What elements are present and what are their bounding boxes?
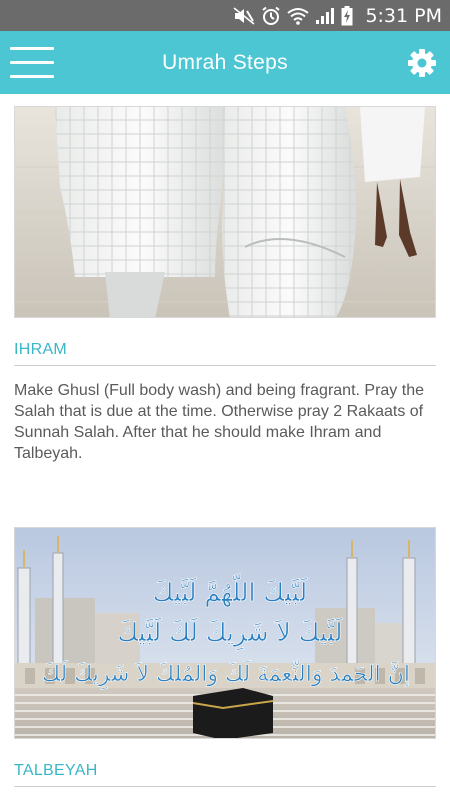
divider — [14, 365, 436, 366]
status-bar: 5:31 PM — [0, 0, 450, 31]
talbeyah-line-2: لَبَّيكَ لاَ شَرِيكَ لَكَ لَبَّيكَ — [117, 617, 342, 651]
step-description: Make Ghusl (Full body wash) and being fr… — [14, 382, 424, 462]
talbeyah-image[interactable]: لَبَّيكَ اللّهُمَّ لَبَّيكَ لَبَّيكَ لاَ… — [14, 527, 436, 739]
status-icons: 5:31 PM — [233, 0, 442, 31]
pilgrims-in-ihram-photo — [15, 107, 435, 317]
alarm-icon — [262, 6, 281, 25]
status-time: 5:31 PM — [365, 4, 442, 27]
steps-list[interactable]: IHRAM Make Ghusl (Full body wash) and be… — [0, 94, 450, 800]
hamburger-menu-icon — [10, 47, 54, 50]
signal-icon — [316, 7, 335, 24]
menu-button[interactable] — [10, 45, 54, 81]
gear-icon — [408, 49, 436, 77]
hamburger-menu-icon — [10, 75, 54, 78]
talbeyah-kaaba-photo: لَبَّيكَ اللّهُمَّ لَبَّيكَ لَبَّيكَ لاَ… — [15, 528, 435, 738]
app-title: Umrah Steps — [162, 51, 288, 74]
hamburger-menu-icon — [10, 61, 54, 64]
talbeyah-line-3: إنَّ الحَمدَ وَالنِّعمَةَ لَكَ وَالمُلكَ… — [42, 660, 410, 690]
wifi-icon — [287, 7, 310, 25]
step-title: IHRAM — [14, 341, 68, 358]
mute-icon — [233, 6, 255, 25]
divider — [14, 786, 436, 787]
battery-charging-icon — [341, 5, 353, 25]
talbeyah-line-1: لَبَّيكَ اللّهُمَّ لَبَّيكَ — [153, 574, 308, 608]
settings-button[interactable] — [407, 48, 437, 78]
ihram-image[interactable] — [14, 106, 436, 318]
step-title: TALBEYAH — [14, 762, 98, 779]
app-bar: Umrah Steps — [0, 31, 450, 94]
